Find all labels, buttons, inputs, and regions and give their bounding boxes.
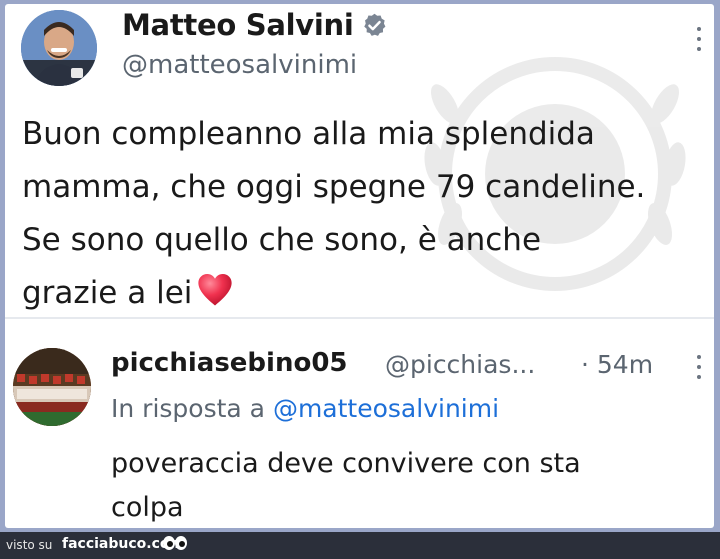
reply-text-line: colpa bbox=[111, 492, 184, 523]
replying-to: In risposta a @matteosalvinimi bbox=[111, 394, 499, 423]
tweet-card: Matteo Salvini @matteosalvinimi Buon com… bbox=[5, 4, 714, 528]
tweet-text: Buon compleanno alla mia splendida mamma… bbox=[22, 108, 712, 320]
tweet-text-line: Buon compleanno alla mia splendida bbox=[22, 116, 595, 152]
reply-text-line: poveraccia deve convivere con sta bbox=[111, 448, 581, 479]
reply-avatar-image bbox=[13, 348, 91, 426]
replying-to-mention[interactable]: @matteosalvinimi bbox=[273, 394, 499, 423]
tweet-text-line-last: grazie a lei bbox=[22, 267, 712, 320]
reply-text: poveraccia deve convivere con sta colpa bbox=[111, 442, 671, 528]
tweet-text-line: mamma, che oggi spegne 79 candeline. bbox=[22, 169, 646, 205]
reply-timestamp[interactable]: · 54m bbox=[581, 350, 653, 379]
reply-author-avatar[interactable] bbox=[13, 348, 91, 426]
tweet-text-line: Se sono quello che sono, è anche bbox=[22, 222, 542, 258]
footer-bar: visto su facciabuco.com bbox=[0, 532, 720, 559]
more-options-icon[interactable] bbox=[696, 354, 702, 380]
reply-author-handle[interactable]: @picchias... bbox=[385, 350, 535, 379]
author-name[interactable]: Matteo Salvini bbox=[122, 8, 354, 42]
divider bbox=[5, 317, 714, 319]
tweet-text-line: grazie a lei bbox=[22, 275, 193, 311]
heart-emoji-icon bbox=[198, 273, 233, 306]
author-avatar-image bbox=[21, 10, 97, 86]
verified-badge-icon bbox=[364, 13, 386, 36]
replying-to-prefix: In risposta a bbox=[111, 394, 265, 423]
reply-author-name[interactable]: picchiasebino05 bbox=[111, 348, 348, 378]
footer-visto-su: visto su bbox=[6, 538, 53, 552]
eyes-logo-icon bbox=[163, 536, 187, 550]
author-handle[interactable]: @matteosalvinimi bbox=[122, 50, 357, 80]
screenshot-frame: Matteo Salvini @matteosalvinimi Buon com… bbox=[0, 0, 720, 532]
author-avatar[interactable] bbox=[21, 10, 97, 86]
more-options-icon[interactable] bbox=[696, 26, 702, 52]
